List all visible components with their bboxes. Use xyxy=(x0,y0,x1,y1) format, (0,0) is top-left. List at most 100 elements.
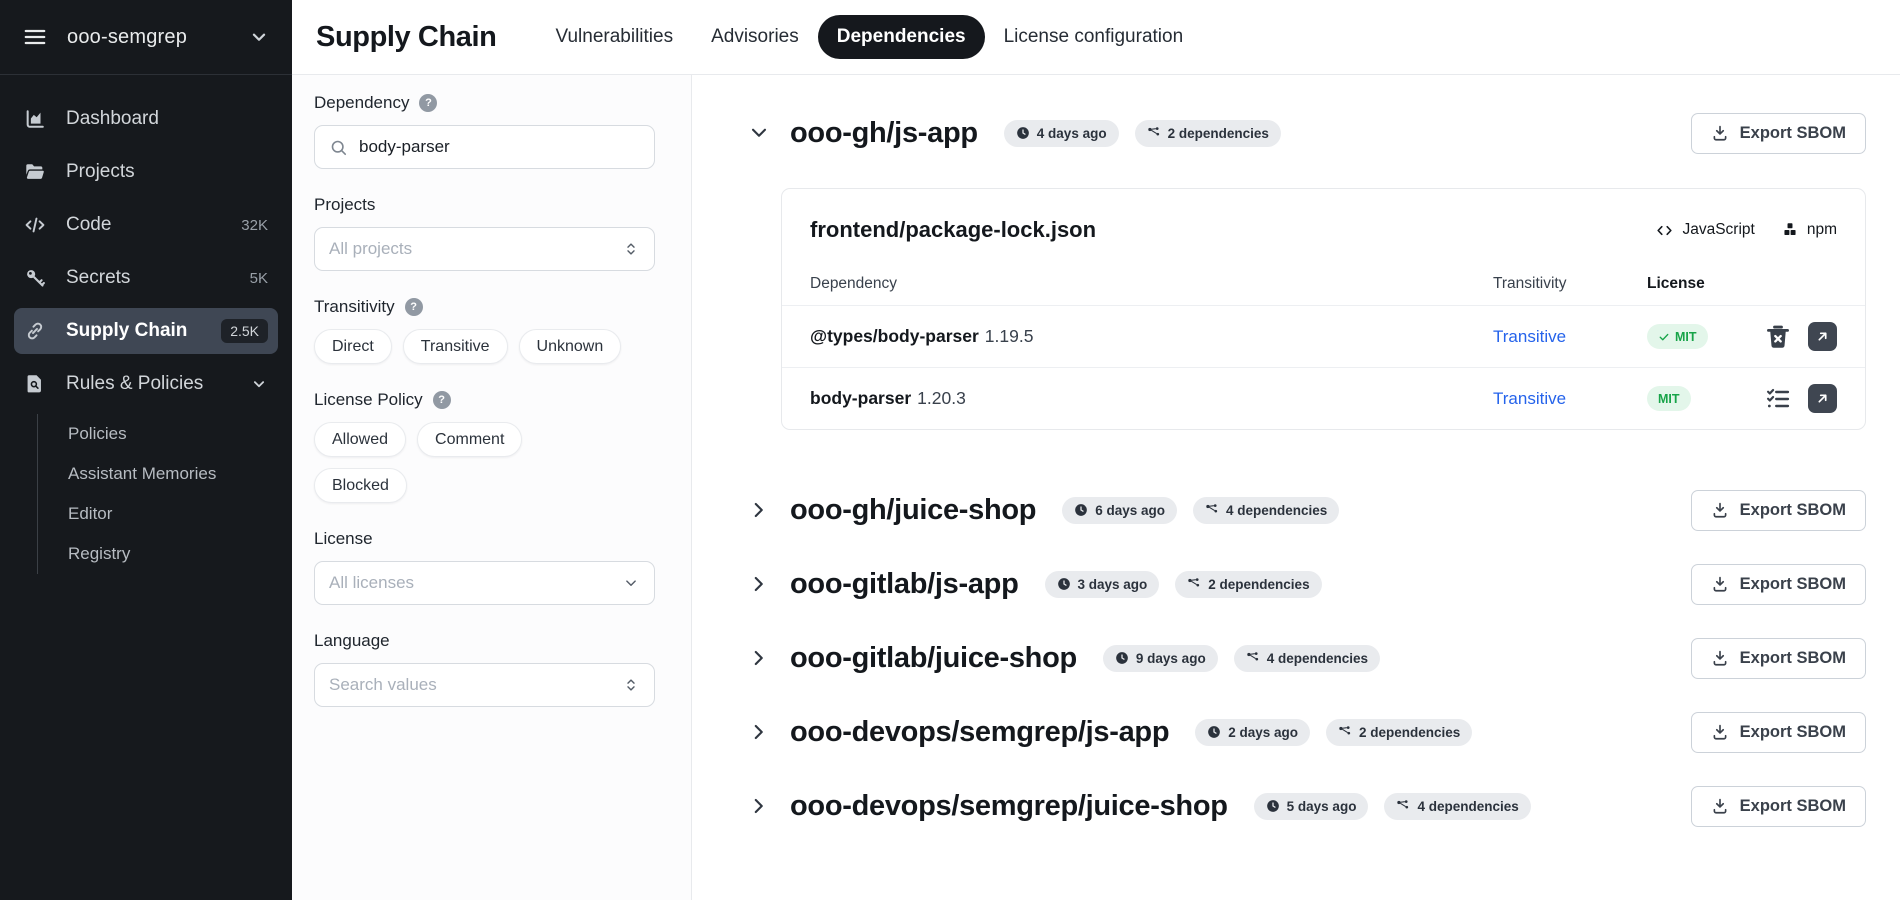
sidebar-item-policies[interactable]: Policies xyxy=(38,414,278,454)
dependency-count-badge: 4 dependencies xyxy=(1234,645,1380,672)
project-name: ooo-gitlab/juice-shop xyxy=(790,642,1077,675)
clock-icon xyxy=(1207,725,1221,739)
dependency-filter-label: Dependency xyxy=(314,93,409,113)
chevron-right-icon[interactable] xyxy=(748,795,770,817)
hamburger-menu-icon[interactable] xyxy=(22,24,48,50)
transitivity-link[interactable]: Transitive xyxy=(1493,327,1647,347)
license-policy-filter-label: License Policy xyxy=(314,390,423,410)
dependency-tree-icon xyxy=(1396,799,1410,813)
chevron-down-icon[interactable] xyxy=(248,26,270,48)
lockfile-card: frontend/package-lock.json JavaScript np… xyxy=(781,188,1866,430)
chevron-right-icon[interactable] xyxy=(748,499,770,521)
dependency-count-badge: 4 dependencies xyxy=(1193,497,1339,524)
dependency-version: 1.19.5 xyxy=(985,326,1034,346)
transitivity-option-direct[interactable]: Direct xyxy=(314,329,392,364)
chevron-down-icon xyxy=(622,574,640,592)
download-icon xyxy=(1711,649,1729,667)
tab-advisories[interactable]: Advisories xyxy=(692,15,818,59)
tab-vulnerabilities[interactable]: Vulnerabilities xyxy=(537,15,693,59)
sidebar-item-label: Supply Chain xyxy=(66,320,187,342)
sidebar-item-assistant-memories[interactable]: Assistant Memories xyxy=(38,454,278,494)
sidebar-item-registry[interactable]: Registry xyxy=(38,534,278,574)
transitivity-link[interactable]: Transitive xyxy=(1493,389,1647,409)
sidebar-item-supply-chain[interactable]: Supply Chain 2.5K xyxy=(14,308,278,354)
project-name: ooo-gh/juice-shop xyxy=(790,494,1036,527)
export-sbom-button[interactable]: Export SBOM xyxy=(1691,564,1866,605)
help-icon[interactable] xyxy=(405,298,423,316)
clock-icon xyxy=(1016,126,1030,140)
project-name: ooo-devops/semgrep/juice-shop xyxy=(790,790,1228,823)
checklist-icon[interactable] xyxy=(1764,385,1792,413)
ecosystem-tag: npm xyxy=(1781,221,1837,239)
dependency-tree-icon xyxy=(1338,725,1352,739)
sidebar-nav: Dashboard Projects Code 32K Secrets 5K xyxy=(0,75,292,574)
license-badge: MIT xyxy=(1647,324,1708,349)
transitivity-option-unknown[interactable]: Unknown xyxy=(519,329,622,364)
language-select[interactable]: Search values xyxy=(314,663,655,707)
last-scan-badge: 6 days ago xyxy=(1062,497,1177,524)
sidebar-item-secrets[interactable]: Secrets 5K xyxy=(14,255,278,301)
sidebar-item-code[interactable]: Code 32K xyxy=(14,202,278,248)
rules-subnav: Policies Assistant Memories Editor Regis… xyxy=(37,414,278,574)
sidebar-item-projects[interactable]: Projects xyxy=(14,149,278,195)
last-scan-badge: 2 days ago xyxy=(1195,719,1310,746)
tab-dependencies[interactable]: Dependencies xyxy=(818,15,985,59)
org-switcher[interactable]: ooo-semgrep xyxy=(0,0,292,75)
tab-license-configuration[interactable]: License configuration xyxy=(985,15,1203,59)
sidebar-item-label: Dashboard xyxy=(66,108,159,130)
chevron-down-icon[interactable] xyxy=(250,375,268,393)
license-select[interactable]: All licenses xyxy=(314,561,655,605)
transitivity-option-transitive[interactable]: Transitive xyxy=(403,329,508,364)
dependency-tree-icon xyxy=(1205,503,1219,517)
sidebar-item-label: Rules & Policies xyxy=(66,373,203,395)
column-dependency: Dependency xyxy=(810,275,1493,293)
help-icon[interactable] xyxy=(419,94,437,112)
key-icon xyxy=(24,267,46,289)
chevron-down-icon[interactable] xyxy=(748,122,770,144)
export-sbom-button[interactable]: Export SBOM xyxy=(1691,490,1866,531)
dependency-search-input[interactable]: body-parser xyxy=(314,125,655,169)
download-icon xyxy=(1711,575,1729,593)
table-row: body-parser 1.20.3 Transitive MIT xyxy=(782,367,1865,429)
last-scan-badge: 5 days ago xyxy=(1254,793,1369,820)
license-policy-option-comment[interactable]: Comment xyxy=(417,422,522,457)
chain-link-icon xyxy=(24,320,46,342)
dashboard-chart-icon xyxy=(24,108,46,130)
download-icon xyxy=(1711,501,1729,519)
lockfile-path: frontend/package-lock.json xyxy=(810,217,1096,243)
column-transitivity: Transitivity xyxy=(1493,275,1647,293)
export-sbom-button[interactable]: Export SBOM xyxy=(1691,113,1866,154)
clock-icon xyxy=(1266,799,1280,813)
license-badge: MIT xyxy=(1647,386,1691,411)
folder-icon xyxy=(24,161,46,183)
export-sbom-button[interactable]: Export SBOM xyxy=(1691,638,1866,679)
dependency-count-badge: 4 dependencies xyxy=(1384,793,1530,820)
project-name: ooo-devops/semgrep/js-app xyxy=(790,716,1169,749)
dependency-name: body-parser xyxy=(810,388,911,408)
sidebar-item-editor[interactable]: Editor xyxy=(38,494,278,534)
license-filter-label: License xyxy=(314,529,373,549)
search-icon xyxy=(329,138,348,157)
license-policy-option-blocked[interactable]: Blocked xyxy=(314,468,407,503)
filter-panel: Dependency body-parser Projects All proj… xyxy=(292,75,692,900)
dependency-version: 1.20.3 xyxy=(917,388,966,408)
sidebar-item-label: Projects xyxy=(66,161,135,183)
export-sbom-button[interactable]: Export SBOM xyxy=(1691,786,1866,827)
last-scan-badge: 4 days ago xyxy=(1004,120,1119,147)
page-title: Supply Chain xyxy=(316,21,497,54)
transitivity-filter-label: Transitivity xyxy=(314,297,395,317)
export-sbom-button[interactable]: Export SBOM xyxy=(1691,712,1866,753)
open-external-link-icon[interactable] xyxy=(1808,384,1837,413)
license-policy-option-allowed[interactable]: Allowed xyxy=(314,422,406,457)
projects-select[interactable]: All projects xyxy=(314,227,655,271)
projects-select-placeholder: All projects xyxy=(329,239,412,259)
chevron-right-icon[interactable] xyxy=(748,721,770,743)
open-external-link-icon[interactable] xyxy=(1808,322,1837,351)
remove-dependency-icon[interactable] xyxy=(1764,323,1792,351)
chevron-right-icon[interactable] xyxy=(748,647,770,669)
check-icon xyxy=(1658,331,1670,343)
chevron-right-icon[interactable] xyxy=(748,573,770,595)
sidebar-item-rules-policies[interactable]: Rules & Policies xyxy=(14,361,278,407)
sidebar-item-dashboard[interactable]: Dashboard xyxy=(14,96,278,142)
help-icon[interactable] xyxy=(433,391,451,409)
